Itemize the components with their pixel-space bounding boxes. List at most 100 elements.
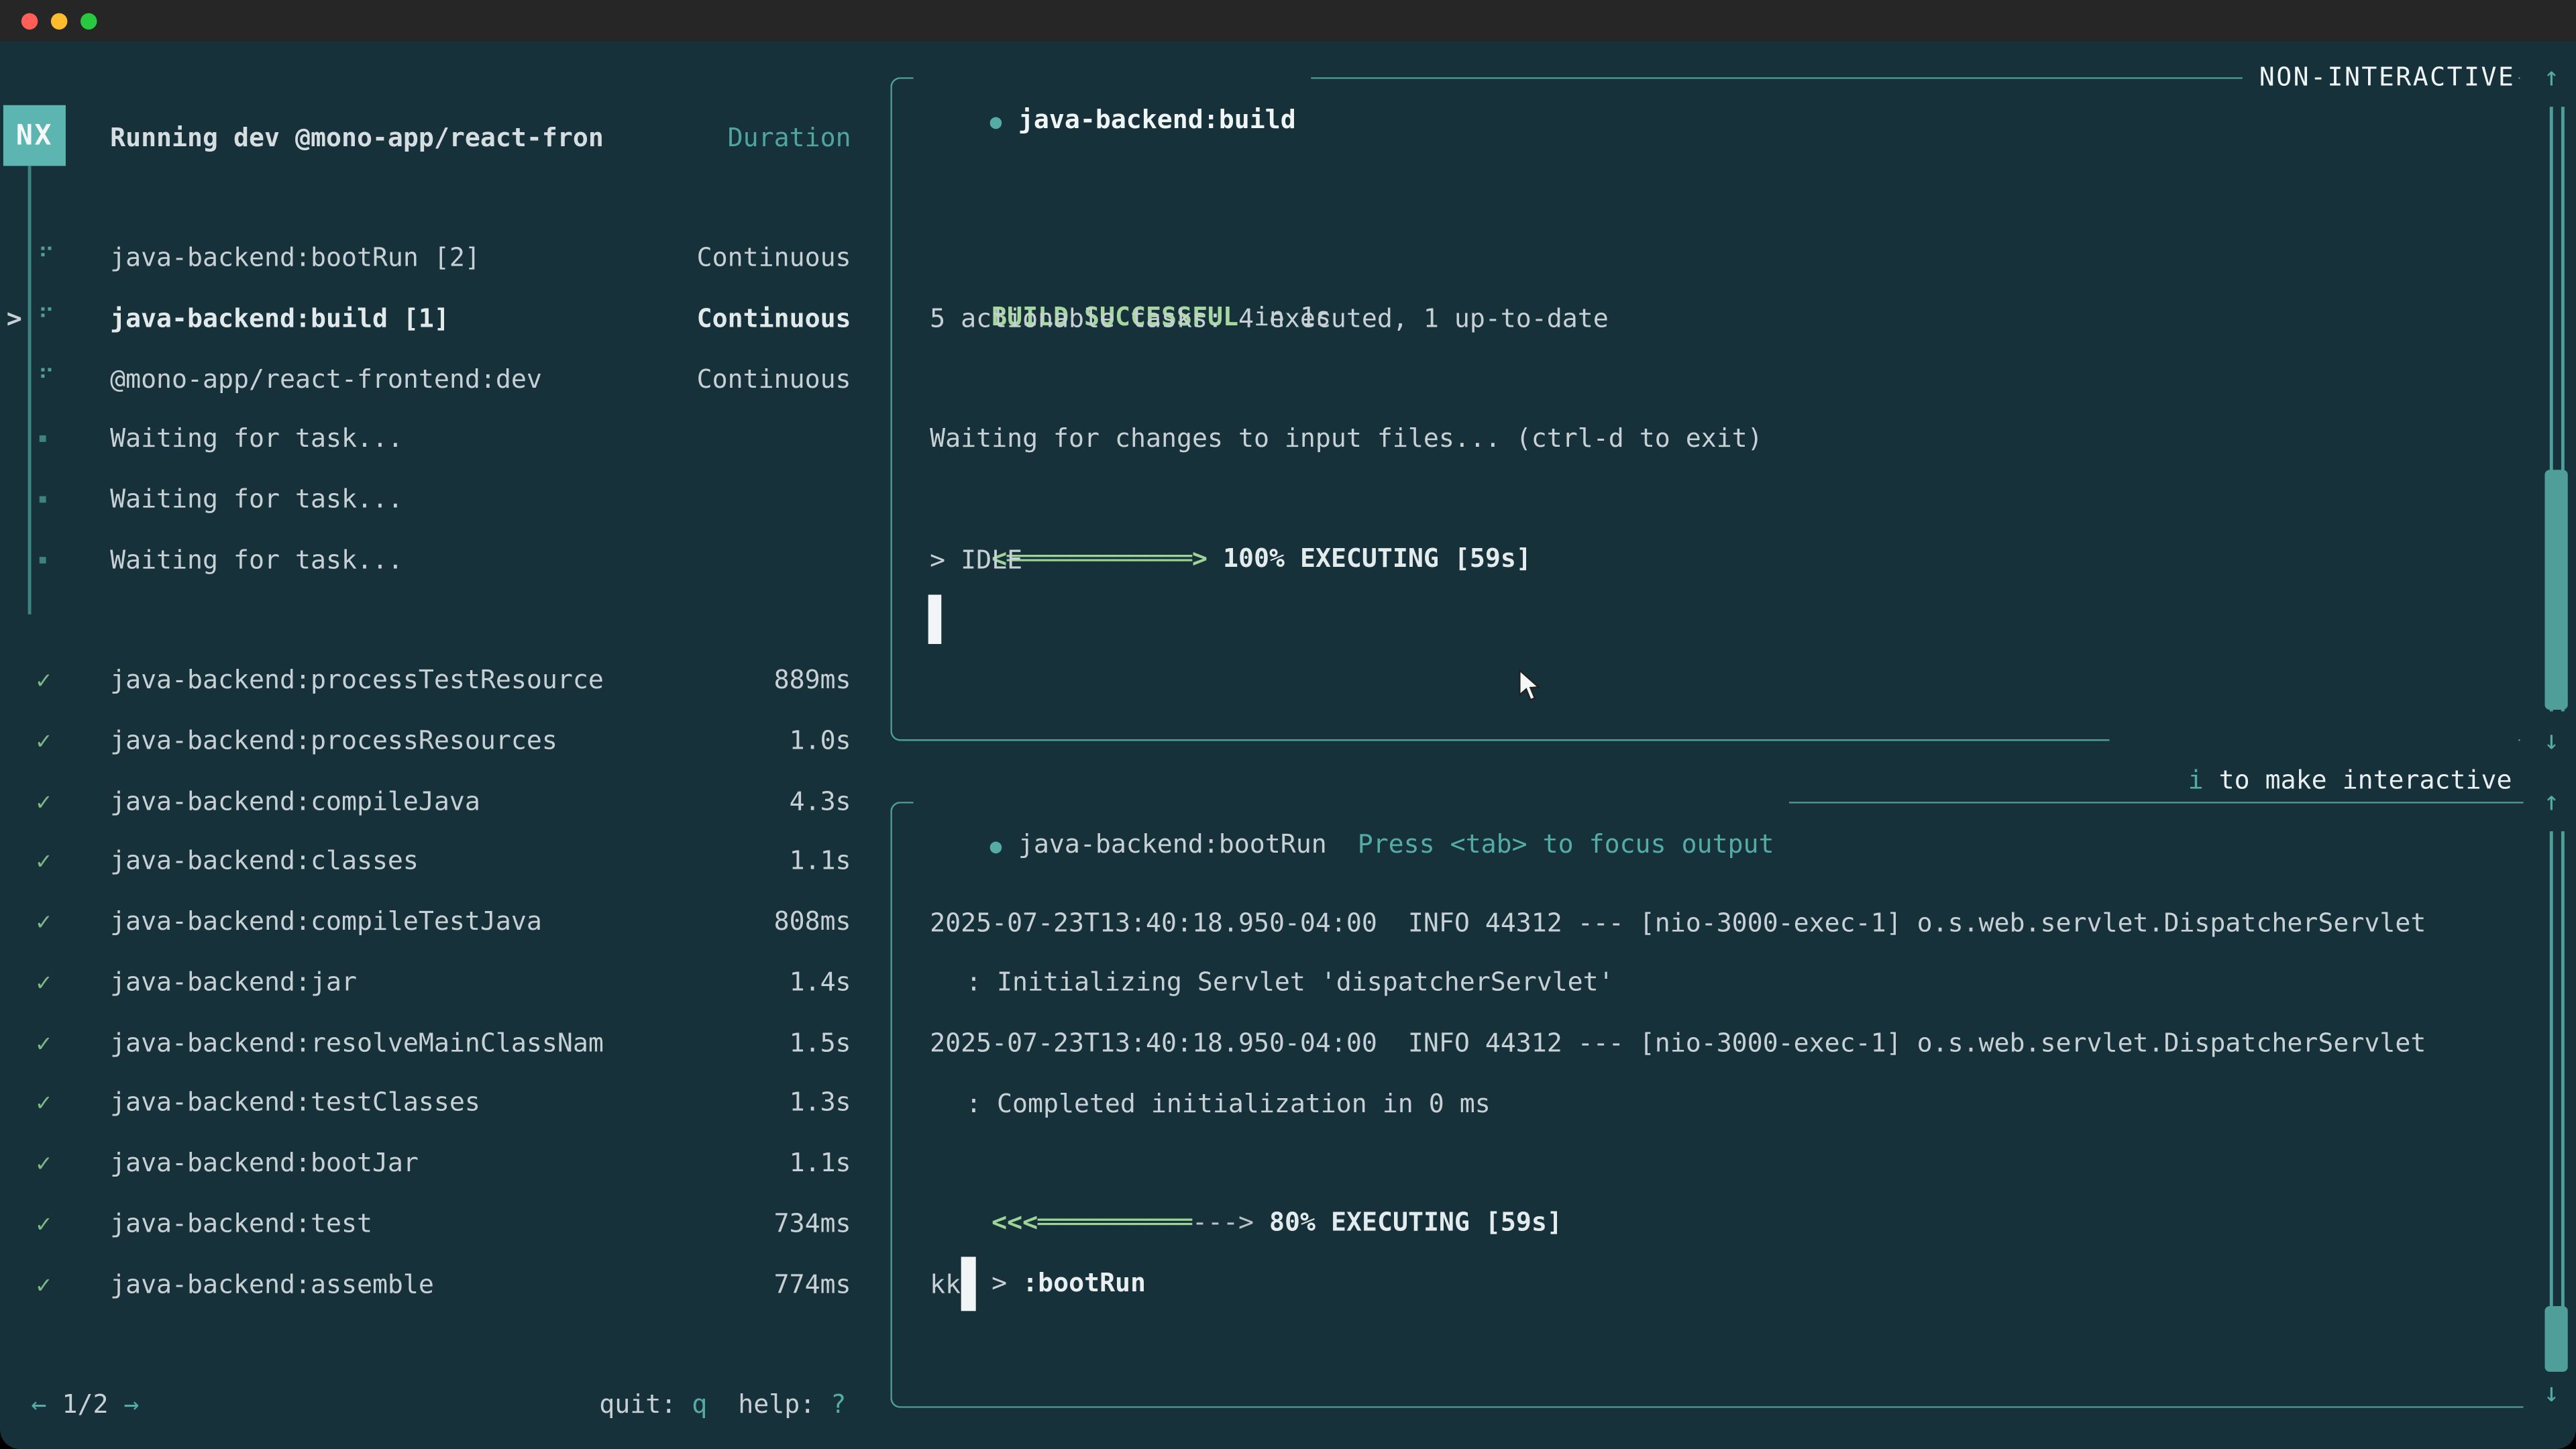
- task-name: java-backend:classes: [110, 831, 419, 890]
- build-result-line: BUILD SUCCESSFUL in 1s: [930, 228, 1331, 287]
- sidebar-footer: ← 1/2 → quit: q help: ?: [0, 1375, 890, 1434]
- mouse-cursor: [1518, 669, 1541, 708]
- check-icon: ✓: [36, 953, 51, 1012]
- build-pane-title: ●java-backend:build: [914, 56, 1311, 99]
- make-interactive-hint: i to make interactive: [2110, 716, 2518, 759]
- log-line: 2025-07-23T13:40:18.950-04:00 INFO 44312…: [930, 894, 2426, 953]
- spinner-icon: ⠋: [38, 228, 54, 287]
- task-duration: 1.3s: [790, 1073, 851, 1132]
- task-name: java-backend:build [1]: [110, 289, 449, 348]
- completed-task-row[interactable]: ✓ java-backend:assemble 774ms: [0, 1255, 890, 1314]
- prompt-marker: >: [991, 1269, 1022, 1298]
- prev-page-arrow-icon[interactable]: ←: [32, 1390, 47, 1419]
- focus-output-hint: Press <tab> to focus output: [1358, 830, 1774, 859]
- completed-task-row[interactable]: ✓ java-backend:bootJar 1.1s: [0, 1134, 890, 1193]
- task-name: java-backend:compileJava: [110, 772, 480, 831]
- pending-task-label: Waiting for task...: [110, 470, 403, 529]
- pending-dot-icon: [40, 557, 46, 564]
- duration-column-label: Duration: [728, 109, 851, 168]
- completed-task-row[interactable]: ✓ java-backend:resolveMainClassNam 1.5s: [0, 1014, 890, 1073]
- non-interactive-badge: NON-INTERACTIVE: [2243, 56, 2518, 99]
- pending-dot-icon: [40, 496, 46, 503]
- task-duration: 1.0s: [790, 711, 851, 770]
- task-name: java-backend:test: [110, 1194, 372, 1253]
- check-icon: ✓: [36, 651, 51, 710]
- completed-task-row[interactable]: ✓ java-backend:classes 1.1s: [0, 831, 890, 890]
- completed-task-row[interactable]: ✓ java-backend:jar 1.4s: [0, 953, 890, 1012]
- task-status: Continuous: [697, 350, 851, 409]
- check-icon: ✓: [36, 831, 51, 890]
- completed-task-row[interactable]: ✓ java-backend:compileTestJava 808ms: [0, 892, 890, 951]
- task-name: java-backend:testClasses: [110, 1073, 480, 1132]
- check-icon: ✓: [36, 772, 51, 831]
- waiting-changes-line: Waiting for changes to input files... (c…: [930, 409, 1763, 468]
- task-name: @mono-app/react-frontend:dev: [110, 350, 542, 409]
- check-icon: ✓: [36, 1014, 51, 1073]
- run-command-title: Running dev @mono-app/react-fron: [110, 109, 604, 168]
- help-label: help:: [738, 1390, 815, 1419]
- build-pane-title-text: java-backend:build: [1018, 105, 1296, 135]
- task-duration: 1.1s: [790, 1134, 851, 1193]
- completed-task-row[interactable]: ✓ java-backend:compileJava 4.3s: [0, 772, 890, 831]
- completed-task-row[interactable]: ✓ java-backend:processResources 1.0s: [0, 711, 890, 770]
- scroll-up-icon[interactable]: ↑: [2533, 772, 2569, 831]
- log-line: : Initializing Servlet 'dispatcherServle…: [966, 953, 1614, 1012]
- log-line: : Completed initialization in 0 ms: [966, 1075, 1491, 1134]
- task-duration: 4.3s: [790, 772, 851, 831]
- terminal-window: NX Running dev @mono-app/react-fron Dura…: [0, 0, 2576, 1449]
- task-status: Continuous: [697, 228, 851, 287]
- scroll-down-icon[interactable]: ↓: [2533, 1364, 2569, 1423]
- check-icon: ✓: [36, 1073, 51, 1132]
- task-name: java-backend:resolveMainClassNam: [110, 1014, 604, 1073]
- scrollbar-thumb[interactable]: [2544, 1306, 2567, 1372]
- task-duration: 734ms: [774, 1194, 851, 1253]
- log-line: 2025-07-23T13:40:18.950-04:00 INFO 44312…: [930, 1014, 2426, 1073]
- scrollbar-thumb[interactable]: [2544, 470, 2567, 710]
- task-name: java-backend:bootRun [2]: [110, 228, 480, 287]
- text-cursor: [928, 595, 942, 644]
- task-name: java-backend:jar: [110, 953, 357, 1012]
- close-window-button[interactable]: [21, 13, 38, 30]
- pending-task-label: Waiting for task...: [110, 531, 403, 590]
- task-row[interactable]: ⠋ @mono-app/react-frontend:dev Continuou…: [0, 350, 890, 409]
- scrollbar-track[interactable]: [2561, 831, 2564, 1360]
- progress-label: 100% EXECUTING [59s]: [1223, 544, 1532, 574]
- idle-line: > IDLE: [930, 531, 1022, 590]
- pending-task-label: Waiting for task...: [110, 409, 403, 468]
- check-icon: ✓: [36, 1194, 51, 1253]
- pending-task-row[interactable]: Waiting for task...: [0, 409, 890, 468]
- minimize-window-button[interactable]: [51, 13, 67, 30]
- check-icon: ✓: [36, 1134, 51, 1193]
- prompt-task-name: :bootRun: [1022, 1269, 1146, 1298]
- pending-task-row[interactable]: Waiting for task...: [0, 470, 890, 529]
- hint-key: i: [2188, 765, 2204, 795]
- bootrun-progress-line: <<<══════════---> 80% EXECUTING [59s]: [930, 1134, 1562, 1193]
- bootrun-pane-title: ●java-backend:bootRun Press <tab> to foc…: [914, 780, 1789, 823]
- pending-task-row[interactable]: Waiting for task...: [0, 531, 890, 590]
- scroll-up-icon[interactable]: ↑: [2533, 48, 2569, 107]
- terminal-input-text[interactable]: kk: [930, 1255, 961, 1314]
- build-progress-line: <════════════> 100% EXECUTING [59s]: [930, 470, 1532, 529]
- check-icon: ✓: [36, 711, 51, 770]
- spinner-icon: ⠋: [38, 289, 54, 348]
- progress-bar: <════════════>: [991, 544, 1208, 574]
- check-icon: ✓: [36, 1255, 51, 1314]
- completed-task-row[interactable]: ✓ java-backend:processTestResource 889ms: [0, 651, 890, 710]
- scroll-down-icon[interactable]: ↓: [2533, 711, 2569, 770]
- completed-task-row[interactable]: ✓ java-backend:testClasses 1.3s: [0, 1073, 890, 1132]
- help-key: ?: [830, 1390, 846, 1419]
- quit-key: q: [692, 1390, 707, 1419]
- pane-bullet-icon: ●: [990, 110, 1002, 133]
- scrollbar-track[interactable]: [2550, 831, 2553, 1360]
- completed-task-row[interactable]: ✓ java-backend:test 734ms: [0, 1194, 890, 1253]
- progress-bar-todo: --->: [1192, 1208, 1254, 1237]
- task-duration: 889ms: [774, 651, 851, 710]
- zoom-window-button[interactable]: [80, 13, 97, 30]
- next-page-arrow-icon[interactable]: →: [124, 1390, 140, 1419]
- task-duration: 808ms: [774, 892, 851, 951]
- task-duration: 1.1s: [790, 831, 851, 890]
- task-row[interactable]: ⠋ java-backend:bootRun [2] Continuous: [0, 228, 890, 287]
- task-name: java-backend:processTestResource: [110, 651, 604, 710]
- task-row-selected[interactable]: ⠋ java-backend:build [1] Continuous: [0, 289, 890, 348]
- progress-label: 80% EXECUTING [59s]: [1269, 1208, 1562, 1237]
